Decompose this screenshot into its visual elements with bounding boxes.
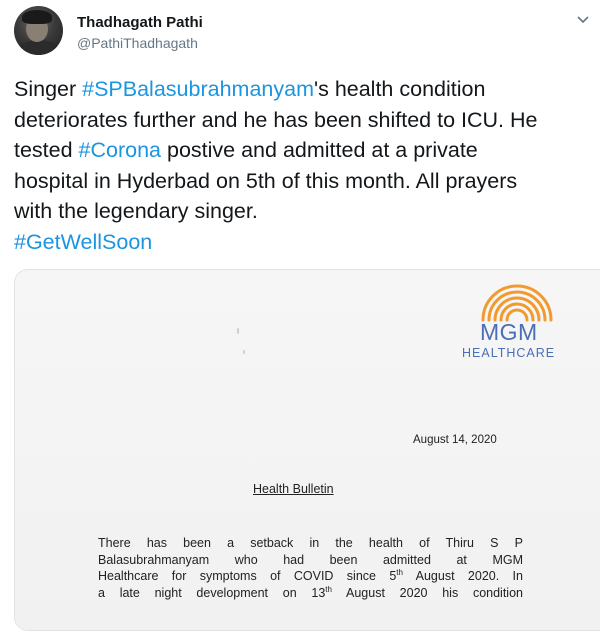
tweet-text-line: #GetWellSoon (14, 227, 600, 258)
chevron-down-icon[interactable] (576, 12, 590, 26)
tweet-text-span: tested (14, 138, 79, 162)
tweet-text-span: postive and admitted at a private (161, 138, 478, 162)
tweet-text-line: deteriorates further and he has been shi… (14, 105, 600, 136)
paper-speck (237, 328, 239, 334)
author-handle[interactable]: @PathiThadhagath (77, 35, 198, 51)
document-heading: Health Bulletin (253, 482, 334, 496)
document-date: August 14, 2020 (413, 434, 497, 446)
tweet-text-span: deteriorates further and he has been shi… (14, 107, 538, 132)
document-body-line: Healthcare for symptoms of COVID since 5… (98, 567, 523, 583)
tweet-text-span: with the legendary singer. (14, 199, 258, 223)
tweet-text-span: Singer (14, 77, 83, 101)
paper-speck (243, 350, 245, 354)
tweet-text-line: hospital in Hyderbad on 5th of this mont… (14, 166, 600, 197)
hashtag-link[interactable]: #SPBalasubrahmanyam (82, 77, 314, 101)
avatar[interactable] (14, 6, 63, 55)
author-display-name[interactable]: Thadhagath Pathi (77, 14, 203, 31)
tweet-text: Singer #SPBalasubrahmanyam's health cond… (14, 74, 600, 257)
document-body-line: Balasubrahmanyam who had been admitted a… (98, 552, 523, 567)
tweet-text-span: 's health condition (313, 77, 486, 101)
logo-wordmark: MGM (480, 319, 538, 345)
document-body: There has been a setback in the health o… (98, 535, 523, 601)
tweet-text-line: with the legendary singer. (14, 196, 600, 227)
document-body-line: There has been a setback in the health o… (98, 536, 523, 550)
tweet-media-image[interactable]: MGM HEALTHCARE August 14, 2020 Health Bu… (14, 269, 600, 631)
tweet-text-line: tested #Corona postive and admitted at a… (14, 135, 600, 166)
tweet-header: Thadhagath Pathi @PathiThadhagath (14, 6, 594, 58)
hashtag-link[interactable]: #GetWellSoon (14, 230, 152, 254)
document-body-line: a late night development on 13th August … (98, 584, 523, 600)
tweet-text-span: hospital in Hyderbad on 5th of this mont… (14, 168, 518, 193)
hashtag-link[interactable]: #Corona (79, 138, 161, 162)
logo-subtitle: HEALTHCARE (462, 346, 556, 360)
tweet-text-line: Singer #SPBalasubrahmanyam's health cond… (14, 74, 600, 105)
